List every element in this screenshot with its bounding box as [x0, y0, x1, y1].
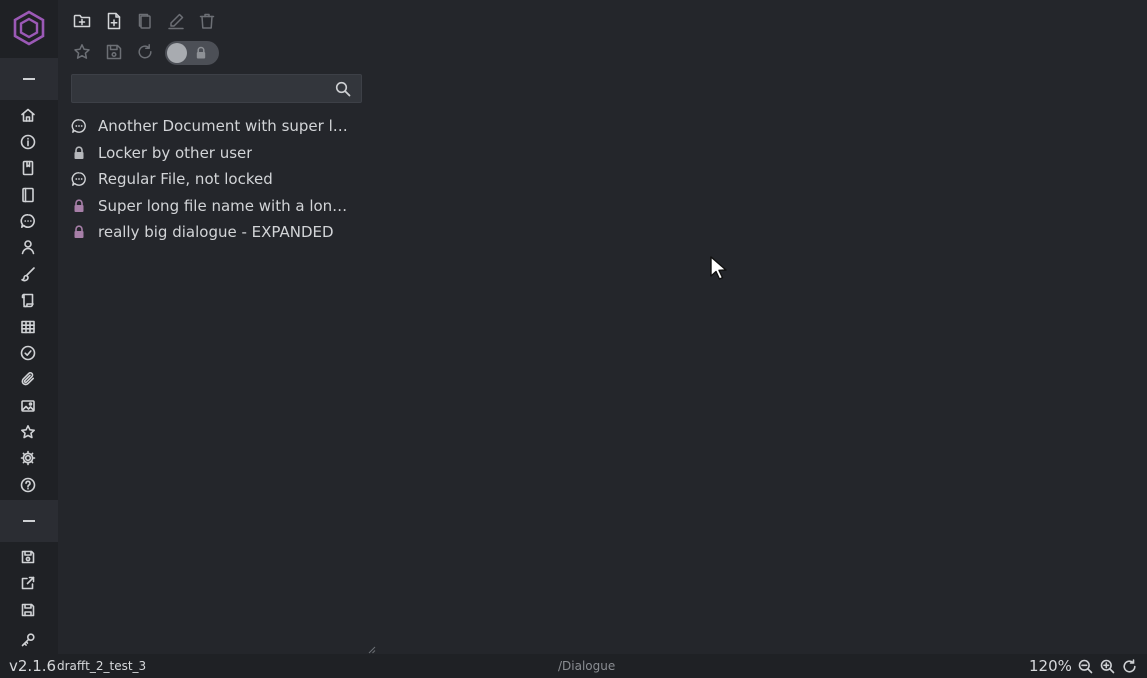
search-icon[interactable] [335, 81, 351, 97]
minus-icon [23, 78, 35, 80]
app-version: v2.1.6 [9, 657, 57, 675]
dialogue-icon[interactable] [18, 211, 38, 231]
trash-icon[interactable] [196, 10, 218, 32]
image-icon[interactable] [18, 396, 38, 416]
lock-icon [74, 225, 84, 239]
file-name: really big dialogue - EXPANDED [98, 223, 334, 242]
file-name: Regular File, not locked [98, 170, 273, 189]
table-icon[interactable] [18, 317, 38, 337]
save-icon[interactable] [18, 547, 38, 567]
favorite-star-icon[interactable] [71, 41, 93, 63]
reload-icon[interactable] [134, 41, 156, 63]
new-file-icon[interactable] [103, 10, 125, 32]
copy-icon[interactable] [134, 10, 156, 32]
new-folder-icon[interactable] [71, 10, 93, 32]
app-logo-icon[interactable] [12, 10, 46, 46]
zoom-out-icon[interactable] [1078, 659, 1093, 674]
brush-icon[interactable] [18, 264, 38, 284]
search-input[interactable] [78, 78, 328, 100]
file-name: Another Document with super l… [98, 117, 348, 136]
current-path: /Dialogue [558, 659, 616, 673]
star-icon[interactable] [18, 422, 38, 442]
book-icon[interactable] [18, 185, 38, 205]
dialogue-icon [71, 172, 86, 187]
toggle-knob [167, 43, 187, 63]
lock-icon [74, 146, 84, 159]
reset-zoom-icon[interactable] [1122, 659, 1137, 674]
export-icon[interactable] [18, 573, 38, 593]
file-name: Locker by other user [98, 143, 253, 162]
notebook-icon[interactable] [18, 158, 38, 178]
app-window: Another Document with super l… Locker by… [0, 0, 1147, 678]
rename-icon[interactable] [165, 10, 187, 32]
file-list: Another Document with super l… Locker by… [71, 113, 361, 246]
dialogue-icon [71, 119, 86, 134]
help-icon[interactable] [18, 475, 38, 495]
script-icon[interactable] [18, 290, 38, 310]
home-icon[interactable] [18, 105, 38, 125]
lock-icon [74, 199, 84, 212]
save-as-icon[interactable] [18, 600, 38, 620]
check-circle-icon[interactable] [18, 343, 38, 363]
mouse-cursor-icon [710, 256, 727, 280]
zoom-level: 120% [1029, 657, 1072, 675]
status-bar: v2.1.6 drafft_2_test_3 /Dialogue 120% [0, 654, 1147, 678]
collapse-main-menu-button[interactable] [0, 58, 58, 100]
save-file-icon[interactable] [103, 41, 125, 63]
key-icon[interactable] [18, 630, 38, 650]
file-name: Super long file name with a lon… [98, 196, 348, 215]
file-list-item[interactable]: Super long file name with a lon… [71, 193, 361, 220]
lock-icon [196, 46, 206, 59]
search-box [71, 74, 362, 103]
zoom-in-icon[interactable] [1100, 659, 1115, 674]
lock-toggle[interactable] [165, 41, 219, 65]
minus-icon [23, 520, 35, 522]
resize-grip-icon[interactable] [366, 644, 376, 654]
file-list-item[interactable]: really big dialogue - EXPANDED [71, 219, 361, 246]
user-icon[interactable] [18, 237, 38, 257]
info-icon[interactable] [18, 132, 38, 152]
gear-icon[interactable] [18, 448, 38, 468]
file-list-item[interactable]: Regular File, not locked [71, 166, 361, 193]
project-name[interactable]: drafft_2_test_3 [57, 659, 146, 673]
file-list-item[interactable]: Another Document with super l… [71, 113, 361, 140]
paperclip-icon[interactable] [18, 369, 38, 389]
file-list-item[interactable]: Locker by other user [71, 140, 361, 167]
collapse-secondary-menu-button[interactable] [0, 500, 58, 542]
sidebar-rail [0, 0, 58, 654]
